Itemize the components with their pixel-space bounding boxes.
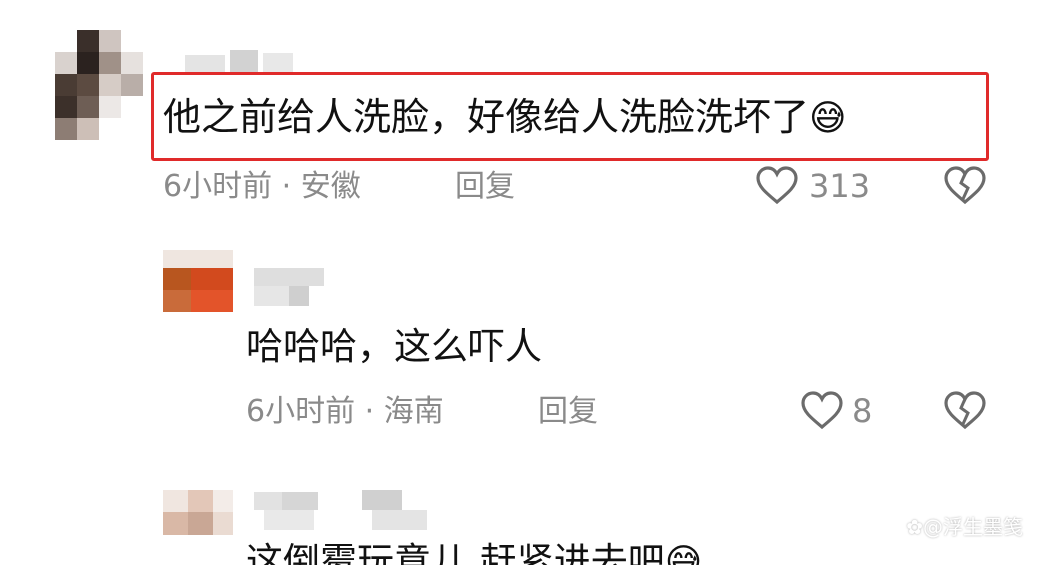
heart-icon [801,391,843,430]
username-blurred[interactable] [185,45,325,75]
separator: · [364,394,375,429]
sweat-smile-emoji-icon: 😅 [809,98,847,139]
comment-section: 他之前给人洗脸，好像给人洗脸洗坏了😅 6小时前 · 安徽 回复 313 哈哈哈，… [0,0,1043,565]
third-comment-body: 这倒霉玩意儿 赶紧进去吧 [246,540,665,565]
reply-timestamp: 6小时前 [246,394,356,429]
comment-body: 他之前给人洗脸，好像给人洗脸洗坏了 [163,95,810,139]
third-avatar[interactable] [163,490,233,535]
third-comment-text: 这倒霉玩意儿 赶紧进去吧😅 [246,540,702,565]
comment-text: 他之前给人洗脸，好像给人洗脸洗坏了😅 [163,95,847,141]
reply-text: 哈哈哈，这么吓人 [246,325,542,368]
heart-icon [756,166,798,205]
broken-heart-icon [944,391,986,430]
reply-dislike-button[interactable] [943,391,987,431]
avatar[interactable] [55,30,143,140]
comment-meta: 6小时前 · 安徽 [163,168,361,206]
timestamp: 6小时前 [163,169,273,204]
sweat-smile-emoji-icon: 😅 [664,542,703,565]
reply-meta: 6小时前 · 海南 [246,393,444,431]
watermark-text: @浮生墨笺 [923,515,1023,539]
reply-button[interactable]: 回复 [455,168,515,206]
third-username-blurred[interactable] [254,490,434,535]
watermark: ✿@浮生墨笺 [906,511,1023,540]
ip-location: 安徽 [300,169,361,204]
reply-username-blurred[interactable] [254,268,324,308]
reply-reply-button[interactable]: 回复 [538,393,598,431]
reply-ip-location: 海南 [383,394,444,429]
broken-heart-icon [944,166,986,205]
reply-avatar[interactable] [163,250,233,312]
separator: · [281,169,292,204]
dislike-button[interactable] [943,166,987,206]
like-count: 313 [809,167,871,205]
reply-like-count: 8 [852,392,873,430]
weibo-logo-icon: ✿ [906,515,923,539]
